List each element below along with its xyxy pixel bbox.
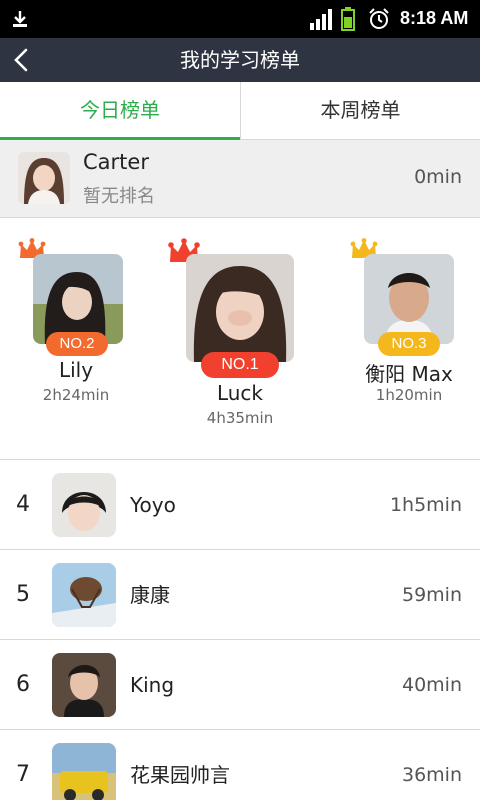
avatar (186, 254, 294, 362)
avatar (52, 563, 116, 627)
list-item[interactable]: 5 康康 59min (0, 550, 480, 640)
page-title: 我的学习榜单 (180, 48, 300, 72)
back-arrow-icon (14, 48, 28, 72)
list-item[interactable]: 6 King 40min (0, 640, 480, 730)
status-bar: 8:18 AM (0, 0, 480, 38)
tab-today[interactable]: 今日榜单 (0, 82, 240, 140)
alarm-icon (367, 7, 391, 35)
avatar (33, 254, 123, 344)
podium-second-time: 2h24min (42, 386, 110, 404)
study-time: 59min (401, 584, 462, 606)
title-bar: 我的学习榜单 (0, 38, 480, 82)
podium-first-name: Luck (216, 381, 264, 405)
rank-badge-no1: NO.1 (201, 352, 279, 378)
download-icon (10, 9, 30, 33)
user-name: 康康 (130, 583, 170, 607)
podium-third-time: 1h20min (375, 386, 443, 404)
status-time: 8:18 AM (400, 8, 469, 28)
avatar (52, 473, 116, 537)
top-three-podium: NO.2 Lily 2h24min NO.1 Luck 4h35min NO.3… (0, 218, 480, 460)
avatar (52, 653, 116, 717)
my-name: Carter (83, 150, 149, 174)
tab-bar: 今日榜单 本周榜单 (0, 82, 480, 140)
my-rank-text: 暂无排名 (83, 186, 155, 207)
battery-icon (341, 7, 355, 35)
user-name: 花果园帅言 (130, 763, 230, 787)
back-button[interactable] (6, 42, 42, 78)
rank-number: 5 (16, 582, 30, 607)
user-name: Yoyo (130, 493, 176, 517)
list-item[interactable]: 7 花果园帅言 36min (0, 730, 480, 800)
user-name: King (130, 673, 175, 697)
podium-third-name: 衡阳 Max (365, 362, 453, 386)
avatar (364, 254, 454, 344)
rank-number: 4 (16, 492, 30, 517)
podium-first-time: 4h35min (206, 409, 274, 427)
rank-number: 6 (16, 672, 30, 697)
list-item[interactable]: 4 Yoyo 1h5min (0, 460, 480, 550)
avatar (18, 152, 70, 204)
rank-number: 7 (16, 762, 30, 787)
my-study-time: 0min (414, 166, 462, 188)
avatar (52, 743, 116, 800)
my-rank-row[interactable]: Carter 暂无排名 0min (0, 140, 480, 218)
study-time: 36min (401, 764, 462, 786)
study-time: 40min (401, 674, 462, 696)
study-time: 1h5min (389, 494, 462, 516)
rank-badge-no3: NO.3 (378, 332, 440, 356)
rank-badge-no2: NO.2 (46, 332, 108, 356)
tab-this-week[interactable]: 本周榜单 (240, 82, 480, 140)
podium-second-name: Lily (58, 358, 94, 382)
signal-icon (310, 8, 334, 34)
